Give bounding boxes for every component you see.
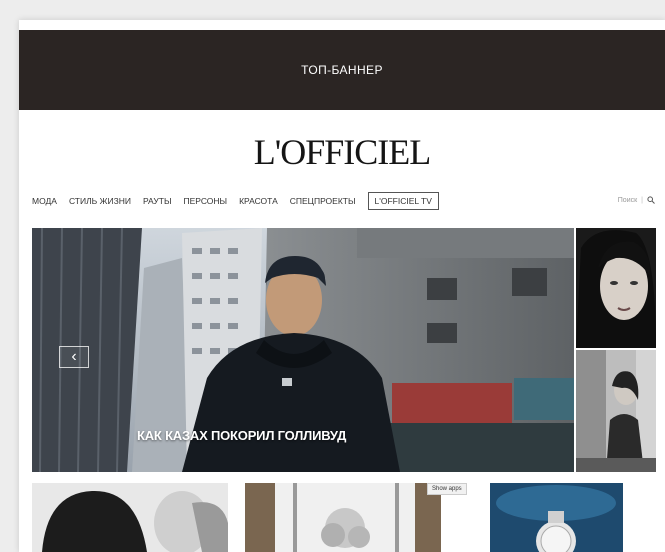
top-banner[interactable]: ТОП-БАННЕР — [19, 30, 665, 110]
search-icon[interactable] — [647, 196, 655, 204]
card-2-image — [245, 483, 441, 552]
page: ТОП-БАННЕР L'OFFICIEL МОДА СТИЛЬ ЖИЗНИ Р… — [19, 20, 665, 552]
side-thumb-portrait[interactable] — [576, 228, 656, 348]
side-thumb-woman[interactable] — [576, 350, 656, 472]
card-1-image — [32, 483, 228, 552]
nav-item-lofficiel-tv[interactable]: L'OFFICIEL TV — [367, 192, 439, 210]
nav-item-persons[interactable]: ПЕРСОНЫ — [183, 196, 227, 206]
nav-item-moda[interactable]: МОДА — [32, 196, 57, 206]
banner-text: ТОП-БАННЕР — [301, 63, 383, 77]
hero-caption[interactable]: КАК КАЗАХ ПОКОРИЛ ГОЛЛИВУД — [137, 428, 346, 443]
search-label[interactable]: Поиск — [618, 197, 637, 204]
chevron-left-icon: ‹ — [71, 348, 77, 365]
main-nav: МОДА СТИЛЬ ЖИЗНИ РАУТЫ ПЕРСОНЫ КРАСОТА С… — [32, 192, 439, 210]
nav-item-specprojects[interactable]: СПЕЦПРОЕКТЫ — [290, 196, 356, 206]
article-card-1[interactable] — [32, 483, 228, 552]
woman-image — [576, 350, 656, 472]
show-apps-tooltip[interactable]: Show apps — [427, 483, 467, 495]
hero-prev-button[interactable]: ‹ — [59, 346, 89, 368]
hero-slider[interactable]: ‹ КАК КАЗАХ ПОКОРИЛ ГОЛЛИВУД — [32, 228, 574, 472]
card-3-image — [490, 483, 623, 552]
portrait-image — [576, 228, 656, 348]
site-logo[interactable]: L'OFFICIEL — [19, 131, 665, 173]
nav-item-rauty[interactable]: РАУТЫ — [143, 196, 172, 206]
article-card-2[interactable] — [245, 483, 441, 552]
search-separator: | — [641, 196, 643, 204]
nav-item-lifestyle[interactable]: СТИЛЬ ЖИЗНИ — [69, 196, 131, 206]
nav-item-beauty[interactable]: КРАСОТА — [239, 196, 278, 206]
article-card-3[interactable] — [490, 483, 623, 552]
search[interactable]: Поиск | — [618, 196, 655, 204]
